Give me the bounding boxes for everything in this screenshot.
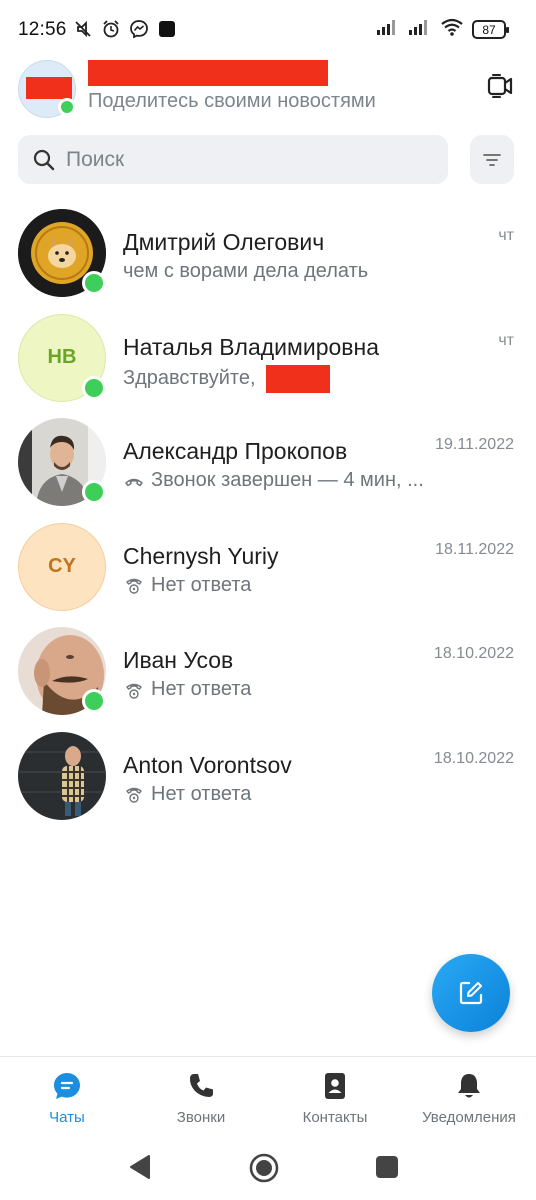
status-bar: 12:56 87	[0, 0, 536, 60]
chat-list: Дмитрий Олегович чем с ворами дела делат…	[0, 205, 536, 833]
messenger-icon	[128, 18, 150, 40]
chat-date: 18.11.2022	[435, 540, 514, 558]
my-name-redaction	[88, 60, 328, 86]
chat-date: чт	[498, 331, 514, 349]
avatar-initials: CY	[48, 555, 76, 578]
new-chat-button[interactable]	[432, 954, 510, 1032]
tab-label: Чаты	[49, 1109, 85, 1126]
chat-date: 19.11.2022	[435, 436, 514, 454]
bottom-navigation: Чаты Звонки Контакты Уведомления	[0, 1056, 536, 1140]
recent-apps-icon[interactable]	[376, 1156, 398, 1178]
status-time: 12:56	[18, 19, 67, 40]
tab-notifications[interactable]: Уведомления	[402, 1057, 536, 1141]
battery-level: 87	[482, 22, 496, 37]
chat-name: Chernysh Yuriy	[123, 542, 279, 569]
share-news-prompt[interactable]: Поделитесь своими новостями	[88, 90, 376, 113]
online-indicator	[82, 480, 106, 505]
chat-date: 18.10.2022	[433, 749, 514, 767]
call-ended-icon	[125, 478, 143, 486]
tab-chats[interactable]: Чаты	[0, 1057, 134, 1141]
search-bar[interactable]	[18, 135, 448, 184]
chat-item[interactable]: Anton Vorontsov Нет ответа 18.10.2022	[0, 728, 536, 833]
phone-icon	[189, 1074, 213, 1097]
chat-name: Иван Усов	[123, 647, 234, 674]
chat-icon	[54, 1073, 80, 1099]
home-icon[interactable]	[248, 1152, 280, 1184]
chat-name: Наталья Владимировна	[123, 333, 379, 360]
filter-button[interactable]	[470, 135, 514, 184]
chat-preview: Звонок завершен — 4 мин, ...	[123, 469, 424, 492]
system-navigation	[0, 1140, 536, 1200]
avatar	[18, 731, 106, 820]
chat-preview: Нет ответа	[123, 783, 251, 806]
alarm-icon	[100, 18, 122, 40]
search-icon	[33, 149, 55, 171]
chat-preview-text: Звонок завершен — 4 мин, ...	[151, 469, 424, 492]
app-icon	[156, 18, 178, 40]
tab-contacts[interactable]: Контакты	[268, 1057, 402, 1141]
filter-icon	[483, 153, 501, 166]
chat-preview-text: Здравствуйте,	[123, 367, 256, 390]
battery-icon: 87	[472, 20, 509, 39]
contacts-icon	[325, 1073, 345, 1099]
chat-preview: Здравствуйте,	[123, 364, 330, 393]
signal-icon	[408, 18, 432, 41]
video-call-button[interactable]	[484, 70, 516, 102]
chat-name: Anton Vorontsov	[123, 751, 292, 778]
chat-preview: Нет ответа	[123, 574, 251, 597]
chat-preview: чем с ворами дела делать	[123, 260, 368, 283]
signal-icon	[376, 18, 400, 41]
redaction	[265, 364, 330, 393]
chat-item[interactable]: Дмитрий Олегович чем с ворами дела делат…	[0, 205, 536, 310]
chat-item[interactable]: НВ Наталья Владимировна Здравствуйте, чт	[0, 310, 536, 415]
online-indicator	[82, 271, 106, 295]
chat-item[interactable]: Александр Прокопов Звонок завершен — 4 м…	[0, 414, 536, 519]
chat-date: чт	[498, 227, 514, 244]
status-icons-right: 87	[376, 18, 509, 41]
tab-calls[interactable]: Звонки	[134, 1057, 268, 1141]
profile-header: Поделитесь своими новостями	[0, 58, 536, 122]
chat-preview-text: Нет ответа	[151, 678, 252, 701]
chat-preview: Нет ответа	[123, 678, 251, 701]
search-input[interactable]	[66, 135, 436, 184]
back-icon[interactable]	[128, 1154, 152, 1180]
chat-name: Александр Прокопов	[123, 438, 348, 465]
chat-preview-text: чем с ворами дела делать	[123, 260, 369, 282]
video-call-icon	[487, 74, 513, 98]
chat-item[interactable]: CY Chernysh Yuriy Нет ответа 18.11.2022	[0, 519, 536, 624]
redaction	[26, 77, 72, 99]
avatar: CY	[18, 522, 106, 611]
online-indicator	[82, 375, 106, 400]
tab-label: Контакты	[302, 1109, 368, 1126]
tab-label: Звонки	[176, 1109, 226, 1126]
compose-icon	[459, 981, 483, 1005]
missed-call-icon	[126, 788, 142, 804]
online-indicator	[82, 689, 106, 714]
avatar-initials: НВ	[47, 346, 77, 369]
wifi-icon	[440, 18, 464, 41]
bell-icon	[458, 1074, 480, 1098]
status-icons-left	[72, 18, 178, 40]
chat-preview-text: Нет ответа	[151, 573, 252, 596]
chat-name: Дмитрий Олегович	[123, 229, 325, 255]
chat-item[interactable]: Иван Усов Нет ответа 18.10.2022	[0, 623, 536, 728]
mute-icon	[72, 18, 94, 40]
my-online-indicator	[58, 98, 76, 116]
missed-call-icon	[126, 579, 142, 594]
chat-date: 18.10.2022	[433, 645, 514, 663]
tab-label: Уведомления	[422, 1109, 516, 1126]
missed-call-icon	[126, 683, 142, 699]
chat-preview-text: Нет ответа	[151, 782, 252, 805]
